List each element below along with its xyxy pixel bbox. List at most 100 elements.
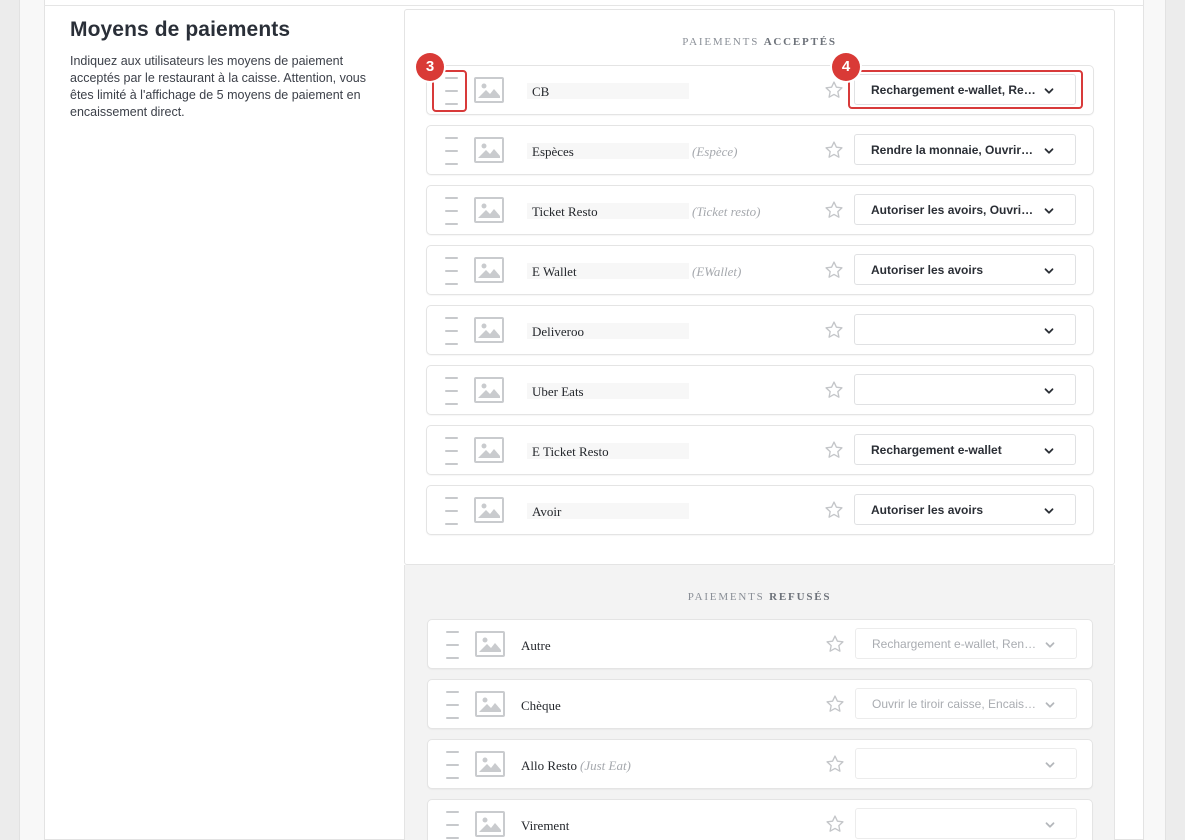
payment-row: Avoir Autoriser les avoirs <box>426 485 1094 535</box>
star-icon[interactable] <box>824 260 844 280</box>
select-value: Rechargement e-wallet, Rendre la monnaie <box>872 637 1037 651</box>
drag-handle-icon[interactable] <box>445 376 458 406</box>
refused-payments-panel: PAIEMENTS REFUSÉS Autre Rechargement e-wa… <box>404 565 1115 840</box>
chevron-down-icon <box>1044 758 1056 770</box>
chevron-down-icon <box>1043 324 1055 336</box>
chevron-down-icon <box>1043 444 1055 456</box>
image-placeholder-icon[interactable] <box>474 377 504 403</box>
chevron-down-icon <box>1044 698 1056 710</box>
chevron-down-icon <box>1044 638 1056 650</box>
annotation-badge-3: 3 <box>416 53 444 81</box>
image-placeholder-icon[interactable] <box>475 751 505 777</box>
image-placeholder-icon[interactable] <box>474 437 504 463</box>
payment-alias: (Espèce) <box>692 144 738 159</box>
payment-row: Deliveroo <box>426 305 1094 355</box>
payment-name: Deliveroo <box>532 324 584 339</box>
chevron-down-icon <box>1043 144 1055 156</box>
payment-name: CB <box>532 84 550 99</box>
payment-options-select[interactable]: Ouvrir le tiroir caisse, Encaissement di… <box>855 688 1077 719</box>
payment-row: E Ticket Resto Rechargement e-wallet <box>426 425 1094 475</box>
image-placeholder-icon[interactable] <box>475 691 505 717</box>
select-value: Autoriser les avoirs <box>871 503 984 517</box>
chevron-down-icon <box>1043 504 1055 516</box>
star-icon[interactable] <box>825 694 845 714</box>
star-icon[interactable] <box>824 200 844 220</box>
image-placeholder-icon[interactable] <box>475 811 505 837</box>
star-icon[interactable] <box>825 754 845 774</box>
chevron-down-icon <box>1043 204 1055 216</box>
payment-name: Autre <box>521 638 551 653</box>
section-description: Indiquez aux utilisateurs les moyens de … <box>70 54 367 119</box>
drag-handle-icon[interactable] <box>445 256 458 286</box>
drag-handle-icon[interactable] <box>445 496 458 526</box>
star-icon[interactable] <box>824 440 844 460</box>
payment-options-select[interactable]: Autoriser les avoirs <box>854 254 1076 285</box>
select-value: Autoriser les avoirs <box>871 263 984 277</box>
payment-name: Ticket Resto <box>532 204 598 219</box>
image-placeholder-icon[interactable] <box>474 197 504 223</box>
chevron-down-icon <box>1043 384 1055 396</box>
image-placeholder-icon[interactable] <box>474 497 504 523</box>
image-placeholder-icon[interactable] <box>474 77 504 103</box>
payment-name: E Ticket Resto <box>532 444 609 459</box>
image-placeholder-icon[interactable] <box>474 257 504 283</box>
payment-options-select[interactable]: Autoriser les avoirs, Ouvrir le tiroir c… <box>854 194 1076 225</box>
payment-alias: (Just Eat) <box>579 758 631 773</box>
payment-row: Allo Resto (Just Eat) <box>427 739 1093 789</box>
select-value: Ouvrir le tiroir caisse, Encaissement di… <box>872 697 1037 711</box>
star-icon[interactable] <box>824 80 844 100</box>
payment-options-select[interactable] <box>855 808 1077 839</box>
drag-handle-icon[interactable] <box>445 316 458 346</box>
payment-options-select[interactable] <box>854 374 1076 405</box>
accepted-heading: PAIEMENTS ACCEPTÉS <box>682 36 837 48</box>
payment-name: Espèces <box>532 144 574 159</box>
payment-alias: (EWallet) <box>692 264 742 279</box>
payment-options-select[interactable]: Rendre la monnaie, Ouvrir le tiroir cais… <box>854 134 1076 165</box>
highlight-options-select <box>848 70 1083 109</box>
annotation-badge-4: 4 <box>832 53 860 81</box>
payment-options-select[interactable] <box>854 314 1076 345</box>
drag-handle-icon[interactable] <box>446 630 459 660</box>
star-icon[interactable] <box>824 140 844 160</box>
payment-row: Espèces (Espèce) Rendre la monnaie, Ouvrir… <box>426 125 1094 175</box>
payment-name: Chèque <box>521 698 561 713</box>
star-icon[interactable] <box>825 814 845 834</box>
image-placeholder-icon[interactable] <box>475 631 505 657</box>
drag-handle-icon[interactable] <box>446 690 459 720</box>
payment-name: Avoir <box>532 504 562 519</box>
section-title: Moyens de paiements <box>70 18 291 41</box>
payment-options-select[interactable]: Rechargement e-wallet <box>854 434 1076 465</box>
drag-handle-icon[interactable] <box>446 810 459 840</box>
image-placeholder-icon[interactable] <box>474 137 504 163</box>
payment-row: Uber Eats <box>426 365 1094 415</box>
star-icon[interactable] <box>824 320 844 340</box>
refused-heading: PAIEMENTS REFUSÉS <box>687 591 832 603</box>
select-value: Autoriser les avoirs, Ouvrir le tiroir c… <box>871 203 1036 217</box>
name-field[interactable] <box>527 83 689 99</box>
payment-options-select[interactable]: Rechargement e-wallet, Rendre la monnaie <box>855 628 1077 659</box>
chevron-down-icon <box>1043 264 1055 276</box>
payment-options-select[interactable]: Autoriser les avoirs <box>854 494 1076 525</box>
drag-handle-icon[interactable] <box>445 196 458 226</box>
payment-row: Autre Rechargement e-wallet, Rendre la mo… <box>427 619 1093 669</box>
divider <box>44 5 1144 6</box>
drag-handle-icon[interactable] <box>446 750 459 780</box>
star-icon[interactable] <box>824 380 844 400</box>
drag-handle-icon[interactable] <box>445 436 458 466</box>
image-placeholder-icon[interactable] <box>474 317 504 343</box>
chevron-down-icon <box>1044 818 1056 830</box>
star-icon[interactable] <box>825 634 845 654</box>
payment-row: E Wallet (EWallet) Autoriser les avoirs <box>426 245 1094 295</box>
select-value: Rechargement e-wallet <box>871 443 1002 457</box>
star-icon[interactable] <box>824 500 844 520</box>
payment-options-select[interactable] <box>855 748 1077 779</box>
payment-name: E Wallet <box>532 264 577 279</box>
payment-row: Virement <box>427 799 1093 840</box>
payment-name: Uber Eats <box>532 384 584 399</box>
payment-name: Allo Resto (Just Eat) <box>521 758 631 773</box>
payment-alias: (Ticket resto) <box>692 204 761 219</box>
payment-name: Virement <box>521 818 570 833</box>
payment-row: Chèque Ouvrir le tiroir caisse, Encaissem… <box>427 679 1093 729</box>
drag-handle-icon[interactable] <box>445 136 458 166</box>
payment-row: Ticket Resto (Ticket resto) Autoriser les … <box>426 185 1094 235</box>
